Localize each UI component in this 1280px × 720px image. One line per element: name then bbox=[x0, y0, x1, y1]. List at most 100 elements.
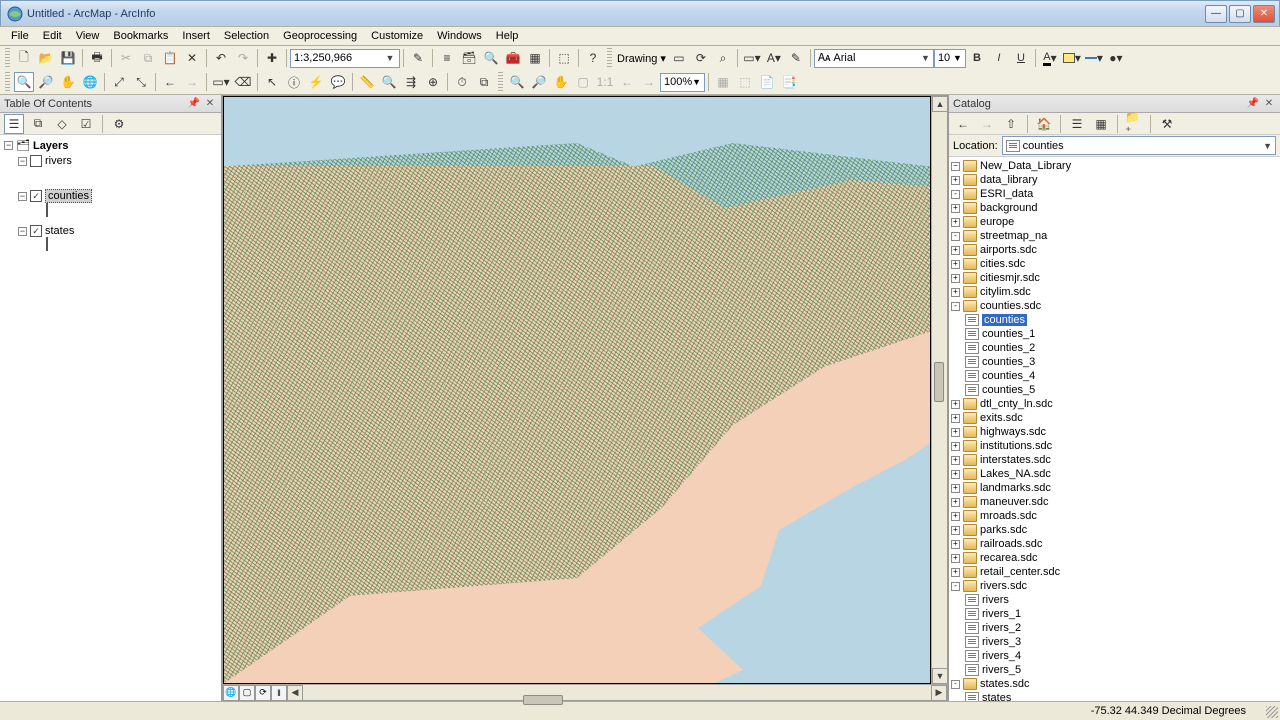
tree-sdc[interactable]: +recarea.sdc bbox=[951, 551, 1278, 565]
undo-icon[interactable]: ↶ bbox=[211, 48, 231, 68]
delete-icon[interactable]: ✕ bbox=[182, 48, 202, 68]
expander-icon[interactable]: + bbox=[951, 512, 960, 521]
expander-icon[interactable]: − bbox=[4, 141, 13, 150]
underline-icon[interactable]: U bbox=[1011, 48, 1031, 68]
up-icon[interactable]: ⇧ bbox=[1001, 114, 1021, 134]
fixed-zoom-in-icon[interactable]: ⤢ bbox=[109, 72, 129, 92]
tree-feature-class[interactable]: rivers_4 bbox=[951, 649, 1278, 663]
time-slider-icon[interactable]: ⏱ bbox=[452, 72, 472, 92]
scroll-left-icon[interactable]: ◀ bbox=[287, 685, 303, 701]
find-icon[interactable]: 🔍 bbox=[379, 72, 399, 92]
create-viewer-icon[interactable]: ⧉ bbox=[474, 72, 494, 92]
rotate-icon[interactable]: ⟳ bbox=[691, 48, 711, 68]
expander-icon[interactable]: + bbox=[951, 288, 960, 297]
tree-sdc[interactable]: +parks.sdc bbox=[951, 523, 1278, 537]
fixed-zoom-out-icon[interactable]: ⤡ bbox=[131, 72, 151, 92]
data-driven-pages-icon[interactable]: 📑 bbox=[779, 72, 799, 92]
toolbox-icon[interactable]: 🧰 bbox=[503, 48, 523, 68]
rectangle-icon[interactable]: ▭▾ bbox=[742, 48, 762, 68]
minimize-button[interactable]: — bbox=[1205, 5, 1227, 23]
editor-toolbar-icon[interactable]: ✎ bbox=[408, 48, 428, 68]
data-view-icon[interactable]: 🌐 bbox=[223, 685, 239, 701]
find-route-icon[interactable]: ⇶ bbox=[401, 72, 421, 92]
line-color-icon[interactable]: ▾ bbox=[1084, 48, 1104, 68]
tree-sdc[interactable]: +Lakes_NA.sdc bbox=[951, 467, 1278, 481]
expander-icon[interactable]: - bbox=[951, 302, 960, 311]
toc-close-icon[interactable]: ✕ bbox=[203, 97, 217, 111]
copy-icon[interactable]: ⧉ bbox=[138, 48, 158, 68]
expander-icon[interactable]: + bbox=[951, 526, 960, 535]
expander-icon[interactable]: + bbox=[951, 442, 960, 451]
menu-edit[interactable]: Edit bbox=[36, 28, 69, 44]
expander-icon[interactable]: + bbox=[951, 540, 960, 549]
tree-feature-class[interactable]: counties_2 bbox=[951, 341, 1278, 355]
tree-sdc[interactable]: +railroads.sdc bbox=[951, 537, 1278, 551]
tree-folder[interactable]: -streetmap_na bbox=[951, 229, 1278, 243]
pan-icon[interactable]: ✋ bbox=[58, 72, 78, 92]
list-by-visibility-icon[interactable]: ◇ bbox=[52, 114, 72, 134]
font-color-icon[interactable]: A▾ bbox=[1040, 48, 1060, 68]
tree-feature-class[interactable]: rivers_1 bbox=[951, 607, 1278, 621]
next-extent-icon[interactable]: → bbox=[182, 72, 202, 92]
whats-this-icon[interactable]: ? bbox=[583, 48, 603, 68]
select-elements-icon[interactable]: ▭ bbox=[669, 48, 689, 68]
location-combo[interactable]: counties ▼ bbox=[1002, 136, 1276, 155]
change-layout-icon[interactable]: 📄 bbox=[757, 72, 777, 92]
tree-folder[interactable]: +background bbox=[951, 201, 1278, 215]
tree-sdc[interactable]: +interstates.sdc bbox=[951, 453, 1278, 467]
layout-zoom-out-icon[interactable]: 🔎 bbox=[529, 72, 549, 92]
drawing-menu[interactable]: Drawing ▾ bbox=[615, 52, 668, 65]
menu-selection[interactable]: Selection bbox=[217, 28, 276, 44]
expander-icon[interactable]: − bbox=[18, 192, 27, 201]
table-of-contents-icon[interactable]: ≡ bbox=[437, 48, 457, 68]
tree-sdc[interactable]: +maneuver.sdc bbox=[951, 495, 1278, 509]
measure-icon[interactable]: 📏 bbox=[357, 72, 377, 92]
menu-bookmarks[interactable]: Bookmarks bbox=[106, 28, 175, 44]
scroll-right-icon[interactable]: ▶ bbox=[931, 685, 947, 701]
zoom-to-elements-icon[interactable]: ⌕ bbox=[713, 48, 733, 68]
tree-feature-class[interactable]: counties bbox=[951, 313, 1278, 327]
menu-file[interactable]: File bbox=[4, 28, 36, 44]
menu-help[interactable]: Help bbox=[489, 28, 526, 44]
layer-rivers[interactable]: rivers bbox=[45, 155, 72, 167]
redo-icon[interactable]: ↷ bbox=[233, 48, 253, 68]
tree-sdc[interactable]: +highways.sdc bbox=[951, 425, 1278, 439]
tree-feature-class[interactable]: rivers_5 bbox=[951, 663, 1278, 677]
expander-icon[interactable]: + bbox=[951, 204, 960, 213]
maximize-button[interactable]: ▢ bbox=[1229, 5, 1251, 23]
connect-folder-icon[interactable]: 📁⁺ bbox=[1124, 114, 1144, 134]
cut-icon[interactable]: ✂ bbox=[116, 48, 136, 68]
expander-icon[interactable]: + bbox=[951, 498, 960, 507]
save-icon[interactable]: 💾 bbox=[58, 48, 78, 68]
tree-feature-class[interactable]: rivers_2 bbox=[951, 621, 1278, 635]
prev-extent-icon[interactable]: ← bbox=[160, 72, 180, 92]
tree-folder[interactable]: +europe bbox=[951, 215, 1278, 229]
expander-icon[interactable]: - bbox=[951, 680, 960, 689]
expander-icon[interactable]: − bbox=[18, 157, 27, 166]
zoom-out-icon[interactable]: 🔎 bbox=[36, 72, 56, 92]
pointer-icon[interactable]: ↖ bbox=[262, 72, 282, 92]
menu-geoprocessing[interactable]: Geoprocessing bbox=[276, 28, 364, 44]
vertical-scrollbar[interactable]: ▲ ▼ bbox=[931, 96, 947, 684]
layout-zoom-in-icon[interactable]: 🔍 bbox=[507, 72, 527, 92]
menu-view[interactable]: View bbox=[69, 28, 107, 44]
font-size-combo[interactable]: 10▼ bbox=[934, 49, 966, 68]
html-popup-icon[interactable]: 💬 bbox=[328, 72, 348, 92]
back-icon[interactable]: ← bbox=[953, 114, 973, 134]
tree-sdc[interactable]: -rivers.sdc bbox=[951, 579, 1278, 593]
layout-view-icon[interactable]: ▢ bbox=[239, 685, 255, 701]
text-icon[interactable]: A▾ bbox=[764, 48, 784, 68]
tree-sdc[interactable]: +dtl_cnty_ln.sdc bbox=[951, 397, 1278, 411]
layout-prev-icon[interactable]: ← bbox=[617, 72, 637, 92]
list-by-selection-icon[interactable]: ☑ bbox=[76, 114, 96, 134]
full-extent-icon[interactable]: 🌐 bbox=[80, 72, 100, 92]
tree-feature-class[interactable]: rivers bbox=[951, 593, 1278, 607]
expander-icon[interactable]: + bbox=[951, 414, 960, 423]
pin-icon[interactable]: 📌 bbox=[1246, 97, 1260, 111]
toggle-draft-icon[interactable]: ▦ bbox=[713, 72, 733, 92]
layer-states[interactable]: states bbox=[45, 225, 74, 237]
forward-icon[interactable]: → bbox=[977, 114, 997, 134]
tree-feature-class[interactable]: rivers_3 bbox=[951, 635, 1278, 649]
home-icon[interactable]: 🏠 bbox=[1034, 114, 1054, 134]
tree-sdc[interactable]: +citylim.sdc bbox=[951, 285, 1278, 299]
